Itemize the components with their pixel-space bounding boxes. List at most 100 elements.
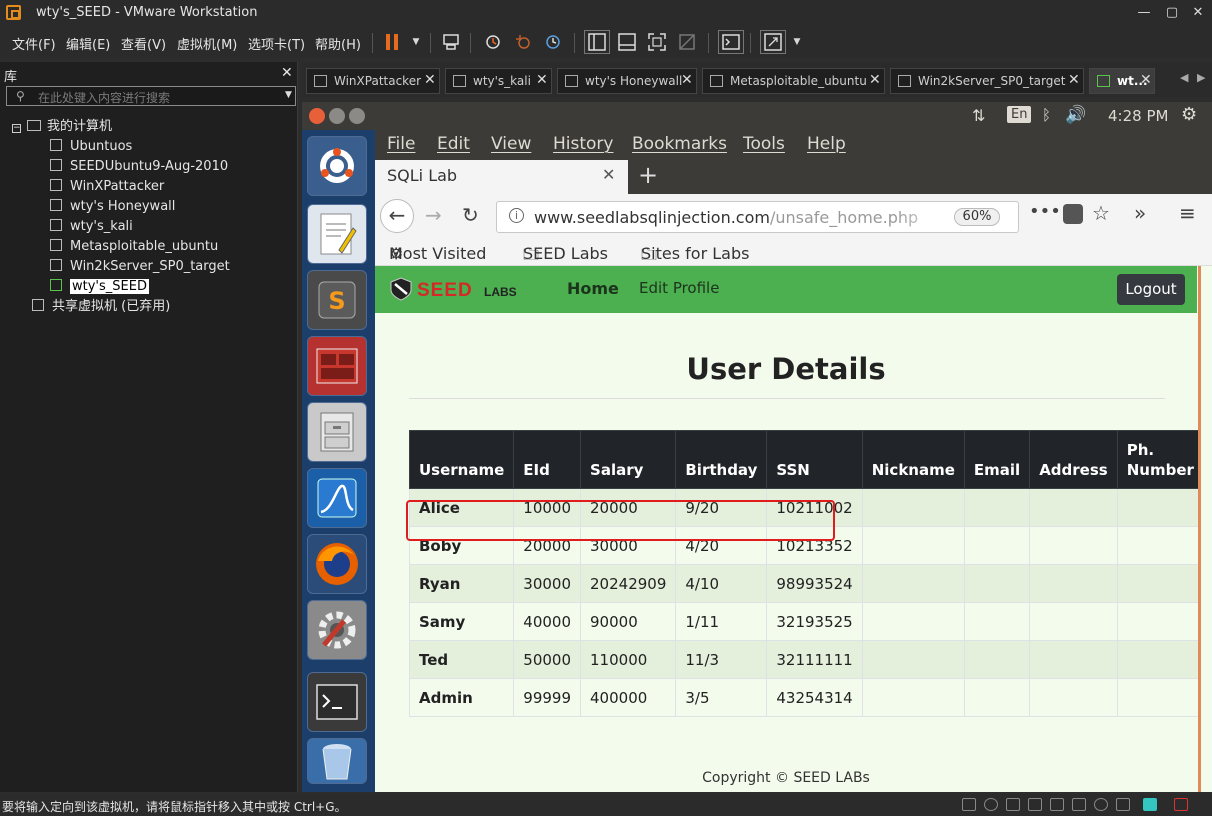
vm-tab[interactable]: WinXPattacker ✕ (306, 68, 440, 94)
snapshot-manager-icon[interactable] (540, 30, 566, 54)
message-log-icon[interactable] (1143, 798, 1157, 811)
browser-tab-active[interactable]: SQLi Lab ✕ (375, 160, 628, 194)
bookmark-star-icon[interactable]: ☆ (1092, 201, 1110, 225)
hard-disk-icon[interactable] (962, 798, 976, 811)
volume-icon[interactable]: 🔊 (1065, 105, 1086, 125)
url-bar[interactable]: i www.seedlabsqlinjection.com/unsafe_hom… (496, 201, 1019, 233)
camera-icon[interactable] (1094, 798, 1108, 811)
network-icon[interactable]: ⇅ (972, 106, 985, 125)
tree-vm-item[interactable]: Metasploitable_ubuntu (50, 238, 218, 258)
network-adapter-icon[interactable] (1006, 798, 1020, 811)
reload-icon[interactable]: ↻ (462, 203, 479, 227)
tree-root-my-computer[interactable]: − 我的计算机 (12, 118, 112, 138)
text-editor-icon[interactable] (307, 204, 367, 264)
stretch-dropdown-icon[interactable]: ▼ (784, 30, 810, 54)
stretch-guest-icon[interactable] (760, 30, 786, 54)
terminal-split-icon[interactable] (307, 336, 367, 396)
tree-vm-item[interactable]: SEEDUbuntu9-Aug-2010 (50, 158, 228, 178)
menu-tabs[interactable]: 选项卡(T) (248, 34, 305, 53)
close-icon[interactable]: ✕ (869, 72, 881, 88)
console-view-icon[interactable] (718, 30, 744, 54)
ff-menu-history[interactable]: History (553, 134, 613, 154)
close-window-button[interactable]: ✕ (1186, 3, 1210, 23)
library-close-button[interactable]: ✕ (281, 65, 293, 81)
page-actions-icon[interactable]: ••• (1029, 201, 1061, 222)
vm-tab[interactable]: Metasploitable_ubuntu ✕ (702, 68, 885, 94)
pause-dropdown-icon[interactable]: ▼ (403, 30, 429, 54)
ff-menu-tools[interactable]: Tools (743, 134, 785, 154)
guest-screen[interactable]: ⇅ En ᛒ 🔊 4:28 PM ⚙ S File Edit View Hist… (302, 102, 1212, 792)
ff-menu-bookmarks[interactable]: Bookmarks (632, 134, 727, 154)
clock[interactable]: 4:28 PM (1108, 107, 1168, 125)
close-icon[interactable]: ✕ (536, 72, 548, 88)
tree-vm-item-selected[interactable]: wty's_SEED (50, 278, 149, 298)
tree-shared-vms[interactable]: 共享虚拟机 (已弃用) (32, 298, 170, 318)
snapshot-icon[interactable] (480, 30, 506, 54)
system-settings-icon[interactable] (307, 600, 367, 660)
wireshark-icon[interactable] (307, 468, 367, 528)
ubuntu-dash-icon[interactable] (307, 136, 367, 196)
keyboard-language-indicator[interactable]: En (1007, 106, 1032, 123)
vm-tab-active[interactable]: wt... ✕ (1089, 68, 1155, 94)
nav-home-link[interactable]: Home (567, 279, 619, 298)
send-ctrl-alt-del-icon[interactable] (438, 30, 464, 54)
usb-icon[interactable] (1028, 798, 1042, 811)
nav-edit-profile-link[interactable]: Edit Profile (639, 279, 719, 297)
ff-menu-help[interactable]: Help (807, 134, 846, 154)
stop-fit-guest-icon[interactable] (1174, 798, 1188, 811)
show-library-icon[interactable] (584, 30, 610, 54)
menu-file[interactable]: 文件(F) (12, 34, 56, 53)
trash-icon[interactable] (307, 738, 367, 784)
vm-tab[interactable]: Win2kServer_SP0_target ✕ (890, 68, 1084, 94)
ff-menu-edit[interactable]: Edit (437, 134, 470, 154)
library-search-input[interactable]: ⚲ 在此处键入内容进行搜索 ▼ (6, 86, 296, 106)
menu-help[interactable]: 帮助(H) (315, 34, 361, 53)
tab-scroll-right-icon[interactable]: ▶ (1197, 71, 1205, 84)
info-icon[interactable]: i (509, 208, 524, 223)
hamburger-menu-icon[interactable]: ≡ (1179, 201, 1196, 225)
tree-vm-item[interactable]: Win2kServer_SP0_target (50, 258, 230, 278)
ff-menu-view[interactable]: View (491, 134, 531, 154)
logout-button[interactable]: Logout (1117, 274, 1185, 305)
thumbnail-bar-icon[interactable] (614, 30, 640, 54)
page-scrollbar[interactable] (1198, 266, 1212, 792)
display-icon[interactable] (1116, 798, 1130, 811)
terminal-icon[interactable] (307, 672, 367, 732)
minimize-button[interactable]: — (1132, 3, 1156, 23)
close-icon[interactable]: ✕ (1140, 72, 1152, 88)
tree-vm-item[interactable]: Ubuntuos (50, 138, 132, 158)
pocket-icon[interactable] (1063, 204, 1083, 224)
menu-edit[interactable]: 编辑(E) (66, 34, 110, 53)
tree-vm-item[interactable]: WinXPattacker (50, 178, 164, 198)
close-window-icon[interactable] (309, 108, 325, 124)
back-arrow-icon[interactable]: ← (380, 199, 414, 233)
close-icon[interactable]: ✕ (424, 72, 436, 88)
pause-icon[interactable] (379, 30, 405, 54)
maximize-window-icon[interactable] (349, 108, 365, 124)
vm-tab[interactable]: wty's Honeywall ✕ (557, 68, 697, 94)
printer-icon[interactable] (1072, 798, 1086, 811)
collapse-icon[interactable]: − (12, 124, 21, 133)
close-icon[interactable]: ✕ (1068, 72, 1080, 88)
tree-vm-item[interactable]: wty's Honeywall (50, 198, 175, 218)
gear-icon[interactable]: ⚙ (1181, 104, 1197, 125)
sublime-text-icon[interactable]: S (307, 270, 367, 330)
seed-labs-logo[interactable]: SEED LABS (389, 276, 521, 302)
file-cabinet-icon[interactable] (307, 402, 367, 462)
minimize-window-icon[interactable] (329, 108, 345, 124)
close-icon[interactable]: ✕ (681, 72, 693, 88)
new-tab-button[interactable]: + (638, 161, 658, 189)
unity-mode-icon[interactable] (674, 30, 700, 54)
menu-vm[interactable]: 虚拟机(M) (177, 34, 237, 53)
vm-tab[interactable]: wty's_kali ✕ (445, 68, 552, 94)
sound-card-icon[interactable] (1050, 798, 1064, 811)
maximize-button[interactable]: ▢ (1160, 3, 1184, 23)
menu-view[interactable]: 查看(V) (121, 34, 166, 53)
cd-rom-icon[interactable] (984, 798, 998, 811)
firefox-icon[interactable] (307, 534, 367, 594)
revert-snapshot-icon[interactable] (510, 30, 536, 54)
zoom-level-badge[interactable]: 60% (954, 208, 1000, 226)
tab-scroll-left-icon[interactable]: ◀ (1180, 71, 1188, 84)
forward-arrow-icon[interactable]: → (425, 203, 442, 227)
close-icon[interactable]: ✕ (602, 165, 615, 184)
